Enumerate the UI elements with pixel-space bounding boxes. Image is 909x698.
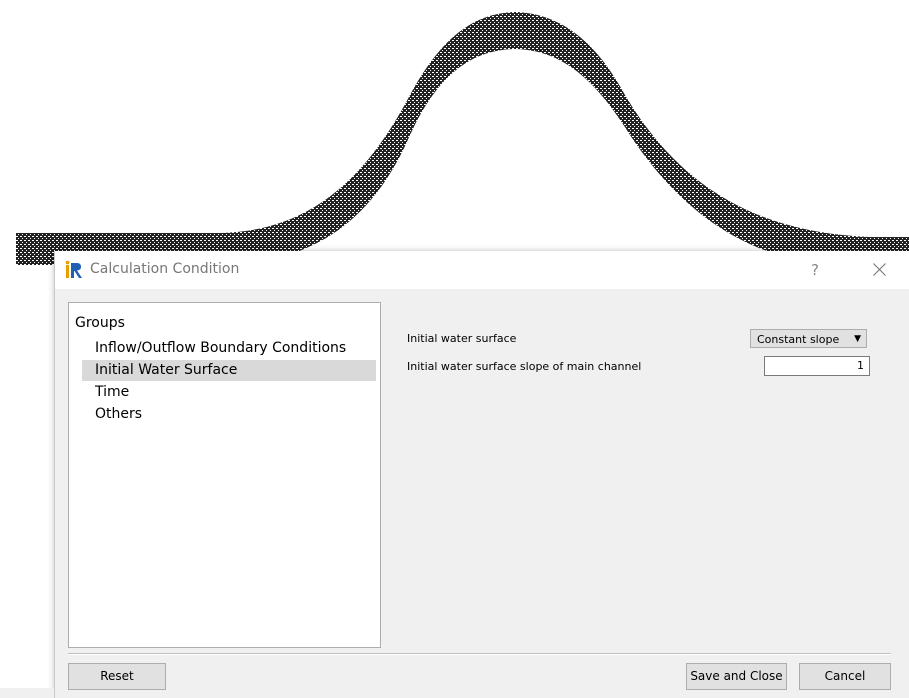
dialog-title: Calculation Condition (90, 261, 240, 277)
title-bar: Calculation Condition ? (55, 251, 909, 289)
mesh-grid (16, 12, 909, 270)
cancel-button[interactable]: Cancel (799, 663, 891, 690)
groups-header: Groups (75, 315, 125, 331)
button-separator (68, 653, 891, 655)
dropdown-arrow-icon: ▼ (854, 334, 861, 344)
iric-logo-icon (65, 260, 82, 278)
group-item-time[interactable]: Time (82, 382, 376, 403)
group-item-others[interactable]: Others (82, 404, 376, 425)
slope-label: Initial water surface slope of main chan… (407, 360, 642, 373)
water-surface-label: Initial water surface (407, 332, 517, 345)
close-button[interactable] (858, 254, 902, 286)
groups-tree[interactable]: Groups Inflow/Outflow Boundary Condition… (68, 302, 381, 648)
group-item-inflow-outflow[interactable]: Inflow/Outflow Boundary Conditions (82, 338, 376, 359)
help-button[interactable]: ? (811, 261, 819, 279)
save-and-close-button[interactable]: Save and Close (686, 663, 787, 690)
close-icon (873, 263, 886, 276)
reset-button[interactable]: Reset (68, 663, 166, 690)
background-strip (0, 688, 54, 698)
water-surface-select-value: Constant slope (757, 333, 840, 346)
calculation-condition-dialog: Calculation Condition ? Groups Inflow/Ou… (54, 251, 909, 698)
group-item-initial-water-surface[interactable]: Initial Water Surface (82, 360, 376, 381)
water-surface-select[interactable]: Constant slope ▼ (750, 329, 867, 348)
slope-input[interactable]: 1 (764, 356, 870, 376)
